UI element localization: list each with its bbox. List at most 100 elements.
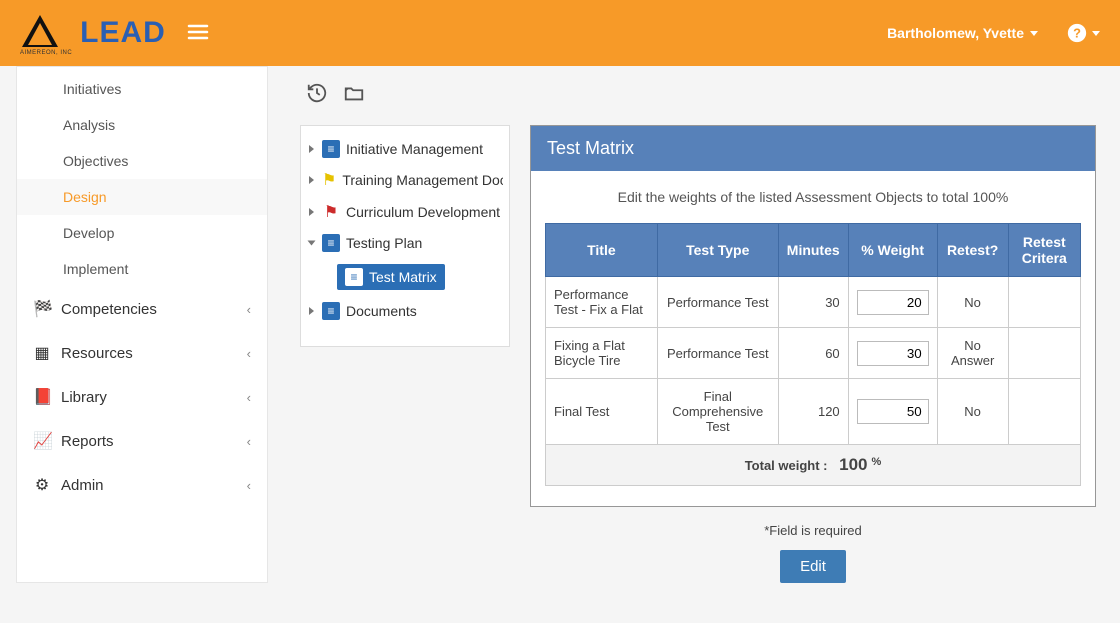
tree-item-label: Documents [346,303,417,319]
cell-weight [848,328,937,379]
chart-icon: 📈 [33,431,51,451]
weight-input[interactable] [857,399,929,424]
flag-red-icon [322,202,340,222]
help-menu[interactable]: ? [1066,22,1100,44]
sidebar-section-competencies[interactable]: 🏁 Competencies ‹ [17,287,267,331]
col-title: Title [546,224,658,277]
caret-down-icon [1030,31,1038,36]
top-bar: AIMEREON, INC LEAD Bartholomew, Yvette ? [0,0,1120,66]
tree-item-initiative-management[interactable]: Initiative Management [307,134,503,164]
tree-item-training-management[interactable]: Training Management Doc [307,164,503,196]
menu-toggle-button[interactable] [186,20,210,47]
gauge-icon: 🏁 [33,299,51,319]
gears-icon: ⚙ [33,475,51,495]
assessment-table: Title Test Type Minutes % Weight Retest?… [545,223,1081,486]
sidebar-item-implement[interactable]: Implement [17,251,267,287]
panel-subtitle: Edit the weights of the listed Assessmen… [545,189,1081,205]
cell-type: Performance Test [657,277,778,328]
sidebar-section-library[interactable]: 📕 Library ‹ [17,375,267,419]
document-icon [322,140,340,158]
sidebar-section-label: Resources [61,345,133,362]
weight-input[interactable] [857,341,929,366]
cell-weight [848,379,937,445]
tree-item-curriculum-development[interactable]: Curriculum Development [307,196,503,228]
tree-item-label: Testing Plan [346,235,422,251]
document-icon [345,268,363,286]
sidebar-item-objectives[interactable]: Objectives [17,143,267,179]
chevron-left-icon: ‹ [247,478,251,493]
total-row: Total weight : 100% [546,445,1081,486]
cell-minutes: 120 [778,379,848,445]
user-name-label: Bartholomew, Yvette [887,25,1024,41]
chevron-left-icon: ‹ [247,434,251,449]
cell-title: Final Test [546,379,658,445]
chevron-left-icon: ‹ [247,390,251,405]
sidebar-item-design[interactable]: Design [17,179,267,215]
tree-item-label: Initiative Management [346,141,483,157]
tree-item-label: Curriculum Development [346,204,500,220]
logo-group: AIMEREON, INC LEAD [20,11,166,56]
edit-button[interactable]: Edit [780,550,846,583]
collapse-icon [308,241,316,246]
expand-icon [309,307,314,315]
percent-label: % [872,456,882,468]
tree-item-label: Test Matrix [369,269,437,285]
folder-icon[interactable] [342,82,366,107]
cell-title: Fixing a Flat Bicycle Tire [546,328,658,379]
document-tree: Initiative Management Training Managemen… [300,125,510,347]
sidebar-item-initiatives[interactable]: Initiatives [17,71,267,107]
cell-type: Performance Test [657,328,778,379]
help-icon: ? [1066,22,1088,44]
sidebar-section-label: Reports [61,433,114,450]
table-row: Performance Test - Fix a Flat Performanc… [546,277,1081,328]
news-icon: ▦ [33,343,51,363]
history-icon[interactable] [306,82,328,107]
flag-yellow-icon [322,170,336,190]
required-field-note: *Field is required [530,523,1096,538]
sidebar-section-label: Library [61,389,107,406]
sidebar-item-analysis[interactable]: Analysis [17,107,267,143]
total-weight-label: Total weight : [745,458,828,473]
sidebar: Initiatives Analysis Objectives Design D… [16,66,268,583]
cell-minutes: 60 [778,328,848,379]
sidebar-section-reports[interactable]: 📈 Reports ‹ [17,419,267,463]
col-weight: % Weight [848,224,937,277]
caret-down-icon [1092,31,1100,36]
table-row: Fixing a Flat Bicycle Tire Performance T… [546,328,1081,379]
toolbar [306,82,1096,107]
chevron-left-icon: ‹ [247,302,251,317]
table-row: Final Test Final Comprehensive Test 120 … [546,379,1081,445]
tree-item-label: Training Management Doc [342,172,503,188]
expand-icon [309,145,314,153]
tree-item-testing-plan[interactable]: Testing Plan [307,228,503,258]
test-matrix-panel: Test Matrix Edit the weights of the list… [530,125,1096,507]
svg-text:?: ? [1073,26,1081,41]
sidebar-section-label: Competencies [61,301,157,318]
sidebar-item-develop[interactable]: Develop [17,215,267,251]
col-retest-criteria: Retest Critera [1008,224,1080,277]
total-weight-value: 100 [839,455,867,474]
tree-item-documents[interactable]: Documents [307,296,503,326]
col-minutes: Minutes [778,224,848,277]
logo-subtext: AIMEREON, INC [20,50,72,56]
tree-item-test-matrix[interactable]: Test Matrix [307,258,503,296]
cell-criteria [1008,277,1080,328]
weight-input[interactable] [857,290,929,315]
expand-icon [309,176,314,184]
cell-type: Final Comprehensive Test [657,379,778,445]
cell-retest: No [937,277,1008,328]
book-icon: 📕 [33,387,51,407]
user-menu[interactable]: Bartholomew, Yvette [887,25,1038,41]
main-area: Initiative Management Training Managemen… [268,66,1120,623]
cell-retest: No Answer [937,328,1008,379]
document-icon [322,234,340,252]
sidebar-section-resources[interactable]: ▦ Resources ‹ [17,331,267,375]
panel-title: Test Matrix [531,126,1095,171]
logo-triangle: AIMEREON, INC [20,11,72,56]
cell-criteria [1008,328,1080,379]
col-retest: Retest? [937,224,1008,277]
expand-icon [309,208,314,216]
logo-text: LEAD [80,16,166,50]
cell-retest: No [937,379,1008,445]
sidebar-section-admin[interactable]: ⚙ Admin ‹ [17,463,267,507]
